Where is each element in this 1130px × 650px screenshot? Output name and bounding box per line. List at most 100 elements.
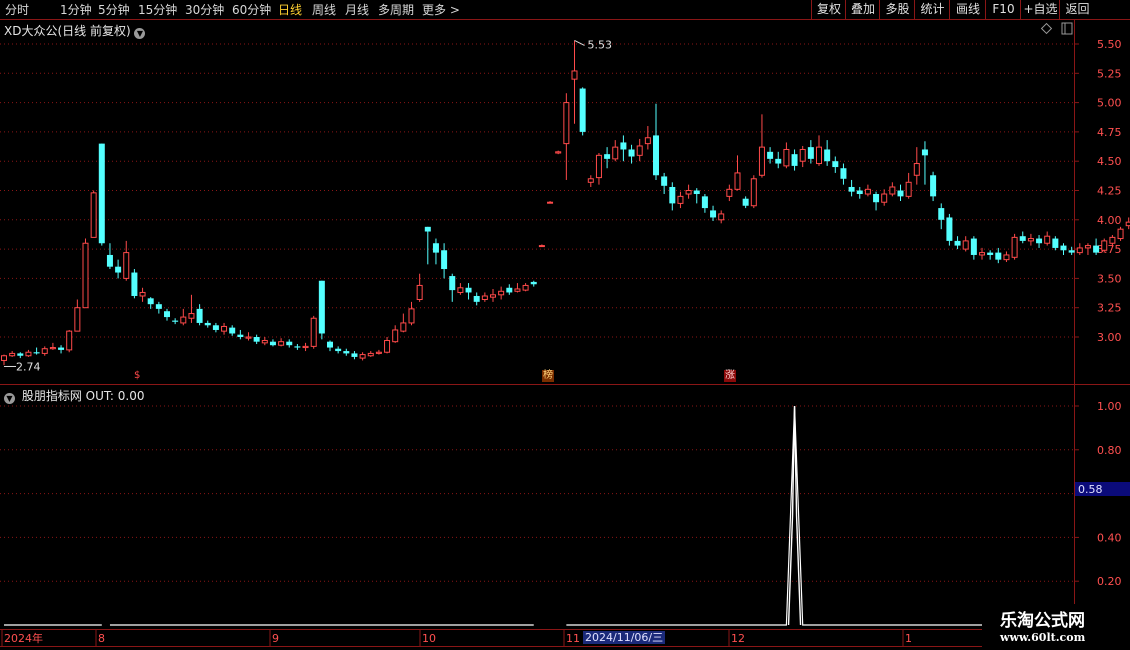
price-tick-label: 4.50 <box>1097 155 1122 168</box>
indicator-title[interactable]: ▼ 股朋指标网 OUT: 0.00 <box>4 387 144 404</box>
time-axis-label: 10 <box>422 632 436 645</box>
tab-period-8[interactable]: 月线 <box>345 2 369 18</box>
candle-body <box>66 330 73 351</box>
tab-period-6[interactable]: 日线 <box>278 2 302 18</box>
candle-body <box>131 272 138 296</box>
candle-body <box>351 353 358 357</box>
chevron-down-icon[interactable]: ▼ <box>4 393 15 404</box>
tab-period-5[interactable]: 60分钟 <box>232 2 271 18</box>
candle-body <box>848 186 855 192</box>
time-axis-label: 12 <box>731 632 745 645</box>
toolbar-button-5[interactable]: F10 <box>985 0 1021 19</box>
event-badge-0[interactable]: $ <box>133 370 141 382</box>
candle-body <box>310 317 317 347</box>
candle-body <box>1068 250 1075 253</box>
candle-body <box>791 154 798 166</box>
min-price-label: 2.74 <box>16 360 41 373</box>
candle-body <box>604 154 611 159</box>
toolbar-button-3[interactable]: 统计 <box>914 0 950 19</box>
toolbar-button-4[interactable]: 画线 <box>949 0 986 19</box>
chevron-down-icon[interactable]: ▼ <box>134 28 146 39</box>
time-axis-label: 8 <box>98 632 105 645</box>
candle-body <box>58 347 65 350</box>
toolbar-button-7[interactable]: 返回 <box>1059 0 1095 19</box>
candle-body <box>921 149 928 156</box>
candle-body <box>864 188 871 195</box>
price-tick-label: 5.25 <box>1097 67 1122 80</box>
candle-body <box>367 352 374 357</box>
tab-period-0[interactable]: 分时 <box>5 2 29 18</box>
candle-body <box>490 294 496 298</box>
candle-body <box>970 238 977 255</box>
candle-body <box>701 196 708 209</box>
candle-body <box>269 341 276 346</box>
candle-body <box>98 143 105 244</box>
tab-period-4[interactable]: 30分钟 <box>185 2 224 18</box>
candle-body <box>514 288 521 292</box>
candle-body <box>677 195 684 204</box>
toolbar-button-1[interactable]: 叠加 <box>845 0 880 19</box>
price-tick-label: 3.50 <box>1097 272 1122 285</box>
candle-body <box>1027 238 1034 242</box>
candle-body <box>335 348 342 352</box>
candle-body <box>25 351 32 357</box>
candle-body <box>1044 235 1051 244</box>
candle-body <box>147 298 154 305</box>
candle-body <box>441 250 448 270</box>
candle-body <box>775 158 782 164</box>
candle-body <box>400 322 407 332</box>
candle-body <box>1101 240 1108 251</box>
tab-period-2[interactable]: 5分钟 <box>98 2 130 18</box>
candle-body <box>522 284 529 291</box>
candle-body <box>237 334 244 337</box>
price-tick-label: 5.00 <box>1097 97 1122 110</box>
candle-body <box>547 201 554 204</box>
candle-body <box>41 348 48 354</box>
toolbar-button-6[interactable]: +自选 <box>1020 0 1060 19</box>
candle-body <box>636 145 643 156</box>
toolbar-button-2[interactable]: 多股 <box>879 0 915 19</box>
candle-body <box>962 240 969 250</box>
diamond-icon <box>1040 22 1053 35</box>
price-tick-label: 4.25 <box>1097 185 1122 198</box>
candle-body <box>538 245 545 248</box>
candle-body <box>1109 236 1116 244</box>
tab-period-9[interactable]: 多周期 <box>378 2 414 18</box>
candle-body <box>82 242 89 309</box>
candle-body <box>913 163 920 176</box>
event-badge-1[interactable]: 榜 <box>542 370 554 382</box>
candle-body <box>74 307 81 332</box>
candle-body <box>685 190 692 195</box>
time-axis-label: 9 <box>272 632 279 645</box>
kline-chart[interactable]: 3.00 3.25 3.50 3.75 4.00 4.25 4.50 4.75 5.00 5.25… <box>0 0 1130 650</box>
candle-body <box>33 352 40 354</box>
candle-body <box>302 345 309 349</box>
candle-body <box>164 311 170 318</box>
toolbar-button-0[interactable]: 复权 <box>811 0 846 19</box>
candle-body <box>1117 228 1124 240</box>
candle-body <box>1060 245 1067 251</box>
candle-body <box>473 295 480 302</box>
tab-period-3[interactable]: 15分钟 <box>138 2 177 18</box>
candle-body <box>253 337 260 342</box>
stock-title[interactable]: XD大众公(日线 前复权) ▼ <box>4 22 148 39</box>
candle-body <box>889 186 896 195</box>
candle-body <box>734 172 741 190</box>
period-toolbar: 分时 1分钟 5分钟 15分钟 30分钟 60分钟 日线 周线 月线 多周期 更多 > 复权 叠加 多股统… <box>0 0 1130 20</box>
tab-period-7[interactable]: 周线 <box>312 2 336 18</box>
candle-body <box>286 341 293 346</box>
candle-body <box>767 151 774 159</box>
candle-body <box>432 243 439 253</box>
tab-period-1[interactable]: 1分钟 <box>60 2 92 18</box>
candle-body <box>579 88 586 132</box>
tab-period-10[interactable]: 更多 > <box>422 2 460 18</box>
indicator-tick-label: 0.20 <box>1097 575 1122 588</box>
indicator-tick-label: 1.00 <box>1097 400 1122 413</box>
event-badge-2[interactable]: 涨 <box>724 370 736 382</box>
candle-body <box>212 325 219 330</box>
candle-body <box>9 352 16 357</box>
candle-body <box>229 327 236 334</box>
candle-body <box>17 353 24 356</box>
cursor-date-label: 2024/11/06/三 <box>583 631 666 644</box>
candle-body <box>938 208 945 220</box>
